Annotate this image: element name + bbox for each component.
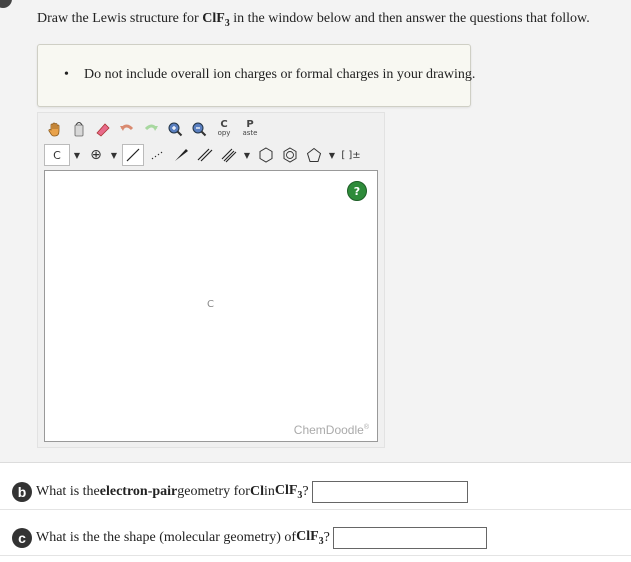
note-bullet: • bbox=[64, 67, 69, 82]
wedge-bond-icon[interactable] bbox=[170, 144, 192, 166]
copy-label-top: C bbox=[220, 119, 228, 130]
eraser-icon[interactable] bbox=[92, 118, 114, 140]
note-text: Do not include overall ion charges or fo… bbox=[84, 67, 476, 82]
brand-mark: ® bbox=[363, 424, 369, 431]
benzene-ring-icon[interactable] bbox=[279, 144, 301, 166]
question-b: b What is the electron-pair geometry for… bbox=[12, 481, 468, 503]
instruction-text: Draw the Lewis structure for ClF3 in the… bbox=[37, 11, 590, 29]
divider bbox=[0, 509, 631, 510]
zoom-out-icon[interactable] bbox=[188, 118, 210, 140]
question-b-middle: geometry for bbox=[177, 484, 250, 499]
hexagon-ring-icon[interactable] bbox=[255, 144, 277, 166]
undo-icon[interactable] bbox=[116, 118, 138, 140]
divider bbox=[0, 555, 631, 556]
ring-dropdown-icon[interactable]: ▼ bbox=[327, 144, 337, 166]
part-a-badge bbox=[0, 0, 12, 8]
charge-button[interactable]: ⊕ bbox=[85, 144, 107, 166]
question-c-prefix: What is the the shape (molecular geometr… bbox=[36, 530, 297, 545]
double-bond-icon[interactable] bbox=[194, 144, 216, 166]
element-selector[interactable]: C bbox=[44, 144, 70, 166]
question-b-suffix: ? bbox=[302, 484, 309, 499]
question-b-bold: electron-pair bbox=[99, 484, 178, 499]
question-c-badge: c bbox=[12, 528, 32, 548]
instruction-suffix: in the window below and then answer the … bbox=[229, 11, 590, 26]
bracket-button[interactable]: [ ]± bbox=[340, 144, 362, 166]
question-c-formula-main: ClF bbox=[296, 529, 319, 545]
recessed-bond-icon[interactable] bbox=[146, 144, 168, 166]
question-c-suffix: ? bbox=[323, 530, 330, 545]
toolbar-row-2: C ▼ ⊕ ▼ ▼ ▼ []± bbox=[44, 143, 364, 167]
question-c-formula: ClF3 bbox=[296, 529, 324, 547]
single-bond-icon[interactable] bbox=[122, 144, 144, 166]
drawing-canvas[interactable]: ? C ChemDoodle® bbox=[44, 170, 378, 442]
triple-bond-icon[interactable] bbox=[218, 144, 240, 166]
question-b-in: in bbox=[263, 484, 275, 499]
brand-text: ChemDoodle bbox=[293, 423, 364, 437]
formula-main: ClF bbox=[202, 11, 225, 26]
element-dropdown-icon[interactable]: ▼ bbox=[72, 144, 82, 166]
redo-icon[interactable] bbox=[140, 118, 162, 140]
toolbar-row-1: C opy P aste bbox=[44, 117, 264, 141]
part-a-panel: Draw the Lewis structure for ClF3 in the… bbox=[0, 0, 631, 463]
note-box: • Do not include overall ion charges or … bbox=[37, 44, 475, 107]
answer-b-input[interactable] bbox=[311, 481, 468, 503]
paste-label-top: P bbox=[246, 119, 254, 130]
instruction-prefix: Draw the Lewis structure for bbox=[37, 11, 203, 26]
instruction-formula: ClF3 bbox=[202, 11, 230, 29]
copy-label-bottom: opy bbox=[217, 129, 231, 137]
chemdoodle-sketcher: C opy P aste C ▼ ⊕ ▼ ▼ ▼ []± ? C ChemDo… bbox=[37, 112, 385, 448]
copy-button[interactable]: C opy bbox=[212, 118, 236, 140]
answer-c-input[interactable] bbox=[332, 527, 487, 549]
question-b-atom: Cl bbox=[249, 484, 264, 499]
paste-button[interactable]: P aste bbox=[238, 118, 262, 140]
charge-dropdown-icon[interactable]: ▼ bbox=[109, 144, 119, 166]
zoom-in-icon[interactable] bbox=[164, 118, 186, 140]
bond-dropdown-icon[interactable]: ▼ bbox=[242, 144, 252, 166]
canvas-atom-label[interactable]: C bbox=[207, 299, 214, 310]
chemdoodle-logo: ChemDoodle® bbox=[294, 423, 369, 437]
hand-icon[interactable] bbox=[44, 118, 66, 140]
pentagon-ring-icon[interactable] bbox=[303, 144, 325, 166]
question-b-prefix: What is the bbox=[36, 484, 100, 499]
lasso-icon[interactable] bbox=[68, 118, 90, 140]
help-icon[interactable]: ? bbox=[347, 181, 367, 201]
question-c: c What is the the shape (molecular geome… bbox=[12, 527, 487, 549]
question-b-badge: b bbox=[12, 482, 32, 502]
question-b-formula: ClF3 bbox=[275, 483, 303, 501]
paste-label-bottom: aste bbox=[242, 129, 258, 137]
question-b-formula-main: ClF bbox=[274, 483, 298, 499]
